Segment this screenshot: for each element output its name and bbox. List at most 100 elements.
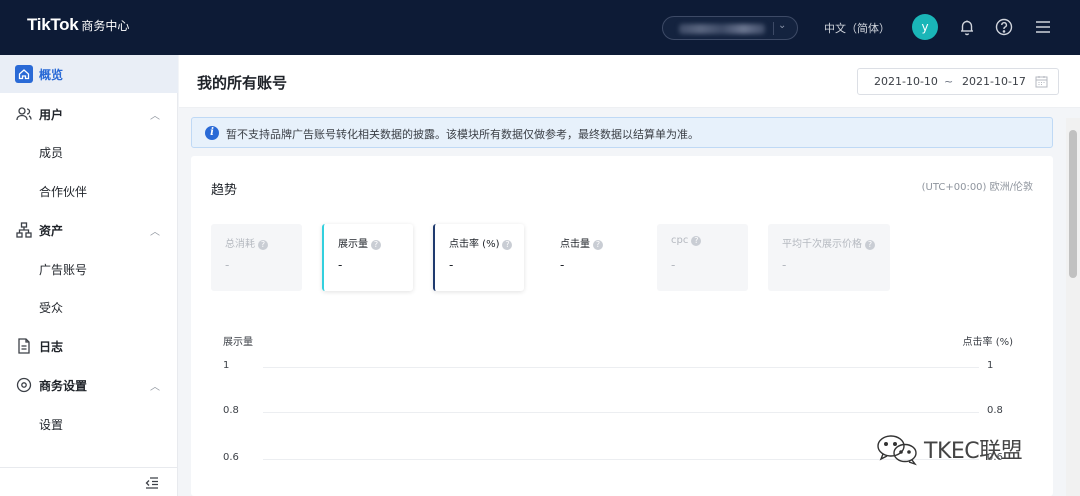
- user-avatar[interactable]: y: [912, 14, 938, 40]
- metric-label-text: 展示量: [338, 239, 368, 250]
- log-icon: [15, 337, 33, 355]
- metric-value: -: [449, 258, 454, 272]
- page-title: 我的所有账号: [197, 74, 288, 92]
- bell-icon[interactable]: [957, 17, 977, 37]
- home-icon: [15, 65, 33, 83]
- chevron-up-icon[interactable]: ︿: [150, 107, 160, 122]
- date-range-picker[interactable]: 2021-10-10 ~ 2021-10-17: [857, 68, 1059, 95]
- sidebar: 概览 用户 ︿ 成员 合作伙伴 资产 ︿ 广告账号 受众 日志 商务设置 ︿ 设…: [0, 55, 178, 496]
- metric-card-total-spend[interactable]: 总消耗? -: [211, 224, 302, 291]
- sidebar-item-label: 合作伙伴: [39, 184, 88, 199]
- sidebar-item-label: 受众: [39, 300, 64, 315]
- metric-label: 点击量?: [560, 235, 603, 250]
- page-header: 我的所有账号 2021-10-10 ~ 2021-10-17: [179, 55, 1080, 108]
- settings-icon: [15, 376, 33, 394]
- calendar-icon[interactable]: [1035, 75, 1048, 88]
- info-notice-banner: i 暂不支持品牌广告账号转化相关数据的披露。该模块所有数据仅做参考，最终数据以结…: [191, 117, 1053, 148]
- left-tick: 1: [223, 360, 230, 371]
- business-account-switcher[interactable]: ⌄: [662, 16, 798, 40]
- sidebar-item-assets[interactable]: 资产 ︿: [0, 211, 178, 249]
- date-separator: ~: [944, 75, 954, 88]
- metric-label-text: 总消耗: [225, 239, 255, 250]
- menu-icon[interactable]: [1033, 17, 1053, 37]
- metric-value: -: [560, 258, 565, 272]
- right-tick: 0.8: [987, 405, 1003, 416]
- chevron-up-icon[interactable]: ︿: [150, 378, 160, 393]
- asset-icon: [15, 221, 33, 239]
- trend-title: 趋势: [211, 183, 238, 198]
- scrollbar-thumb[interactable]: [1069, 130, 1077, 278]
- tiktok-business-center-logo[interactable]: TikTok 商务中心: [27, 15, 129, 35]
- sidebar-collapse-bar: [0, 467, 178, 496]
- collapse-icon[interactable]: [145, 475, 159, 489]
- metric-value: -: [671, 258, 676, 272]
- help-icon[interactable]: ?: [371, 240, 381, 250]
- sidebar-item-logs[interactable]: 日志: [0, 327, 178, 365]
- sidebar-item-label: 日志: [39, 339, 64, 354]
- page-scrollbar[interactable]: [1066, 118, 1080, 496]
- language-selector[interactable]: 中文（简体）: [824, 20, 890, 36]
- help-icon[interactable]: ?: [593, 240, 603, 250]
- info-icon: i: [205, 126, 219, 140]
- switcher-divider: [773, 22, 774, 35]
- gridline: [263, 412, 979, 413]
- help-icon[interactable]: [994, 17, 1014, 37]
- sidebar-item-label: 商务设置: [39, 378, 88, 393]
- left-axis-title: 展示量: [223, 337, 253, 348]
- right-axis-title: 点击率 (%): [962, 337, 1013, 348]
- trend-chart: 展示量 点击率 (%) 1 0.8 0.6 1 0.8 0.6: [191, 326, 1053, 496]
- logo-subtitle: 商务中心: [81, 19, 130, 33]
- date-end[interactable]: 2021-10-17: [962, 75, 1026, 88]
- user-icon: [15, 105, 33, 123]
- metric-label: 展示量?: [338, 235, 381, 250]
- sidebar-item-label: 资产: [39, 223, 64, 238]
- metric-label: 平均千次展示价格?: [782, 235, 875, 250]
- metric-value: -: [782, 258, 787, 272]
- sidebar-item-partners[interactable]: 合作伙伴: [0, 172, 178, 210]
- left-tick: 0.8: [223, 405, 239, 416]
- account-name-blurred: [679, 24, 765, 34]
- metric-value: -: [338, 258, 343, 272]
- metric-label: 点击率 (%)?: [449, 235, 513, 250]
- metric-card-cpc[interactable]: cpc? -: [657, 224, 748, 291]
- metric-label-text: cpc: [671, 235, 689, 246]
- sidebar-item-users[interactable]: 用户 ︿: [0, 95, 178, 133]
- sidebar-item-audiences[interactable]: 受众: [0, 288, 178, 326]
- left-tick: 0.6: [223, 452, 239, 463]
- wechat-icon: [874, 432, 920, 466]
- watermark-text: TKEC联盟: [924, 439, 1023, 464]
- metric-label: cpc?: [671, 235, 702, 246]
- metric-label-text: 点击量: [560, 239, 590, 250]
- help-icon[interactable]: ?: [691, 236, 702, 246]
- sidebar-item-ad-accounts[interactable]: 广告账号: [0, 250, 178, 288]
- timezone-label: (UTC+00:00) 欧洲/伦敦: [921, 182, 1033, 193]
- top-navigation-bar: TikTok 商务中心 ⌄ 中文（简体） y: [0, 0, 1080, 55]
- sidebar-item-label: 概览: [39, 67, 64, 82]
- metric-label-text: 点击率 (%): [449, 239, 500, 250]
- notice-text: 暂不支持品牌广告账号转化相关数据的披露。该模块所有数据仅做参考，最终数据以结算单…: [226, 128, 699, 141]
- help-icon[interactable]: ?: [865, 240, 875, 250]
- logo-brand: TikTok: [27, 15, 79, 34]
- chevron-down-icon: ⌄: [778, 20, 787, 31]
- sidebar-item-label: 广告账号: [39, 262, 88, 277]
- metric-card-clicks[interactable]: 点击量? -: [546, 224, 637, 291]
- right-tick: 1: [987, 360, 994, 371]
- metric-card-impressions[interactable]: 展示量? -: [322, 224, 413, 291]
- sidebar-item-label: 用户: [39, 107, 64, 122]
- watermark: TKEC联盟: [874, 432, 1054, 466]
- help-icon[interactable]: ?: [258, 240, 268, 250]
- chevron-up-icon[interactable]: ︿: [150, 223, 160, 238]
- sidebar-item-settings[interactable]: 设置: [0, 405, 178, 443]
- help-icon[interactable]: ?: [502, 240, 513, 250]
- sidebar-item-label: 成员: [39, 145, 64, 160]
- metric-card-cpm[interactable]: 平均千次展示价格? -: [768, 224, 890, 291]
- sidebar-item-members[interactable]: 成员: [0, 133, 178, 171]
- metric-value: -: [225, 258, 230, 272]
- date-start[interactable]: 2021-10-10: [874, 75, 938, 88]
- metric-label-text: 平均千次展示价格: [782, 239, 862, 250]
- metric-label: 总消耗?: [225, 235, 268, 250]
- gridline: [263, 459, 979, 460]
- sidebar-item-overview[interactable]: 概览: [0, 55, 178, 93]
- sidebar-item-business-settings[interactable]: 商务设置 ︿: [0, 366, 178, 404]
- metric-card-ctr[interactable]: 点击率 (%)? -: [433, 224, 524, 291]
